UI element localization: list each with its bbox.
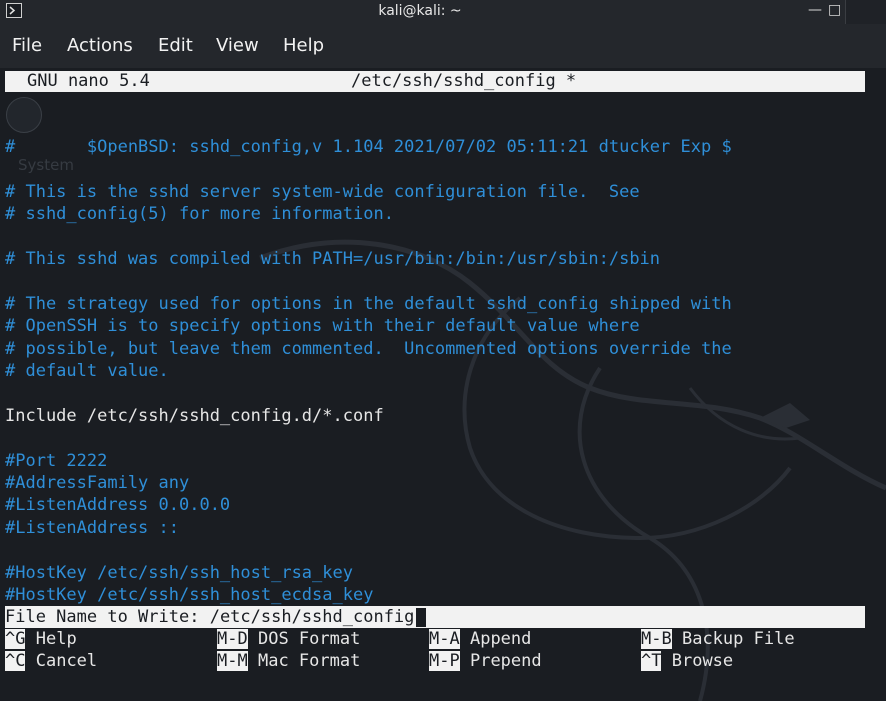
editor-line: #ListenAddress 0.0.0.0 [5,495,231,516]
shortcut-mac-format[interactable]: M-M Mac Format [217,650,360,672]
editor-line: # possible, but leave them commented. Un… [5,338,732,359]
editor-line: # This sshd was compiled with PATH=/usr/… [5,249,661,269]
window-titlebar: kali@kali: ~ — □ [0,0,886,24]
text-cursor [416,607,427,627]
prompt-label: File Name to Write: [5,607,210,627]
editor-line: # $OpenBSD: sshd_config,v 1.104 2021/07/… [5,137,732,157]
editor-line: #AddressFamily any [5,473,190,493]
shortcut-prepend[interactable]: M-P Prepend [429,650,542,672]
shortcut-browse[interactable]: ^T Browse [641,650,733,672]
editor-line: # sshd_config(5) for more information. [5,204,394,225]
editor-line: #HostKey /etc/ssh/ssh_host_rsa_key [5,562,353,583]
minimize-icon[interactable]: — [808,2,822,18]
nano-header-bar: GNU nano 5.4 /etc/ssh/sshd_config * [5,71,865,92]
menu-bar: File Actions Edit View Help [0,24,886,68]
file-name-prompt[interactable]: File Name to Write: /etc/ssh/sshd_config [5,606,865,628]
shortcut-dos-format[interactable]: M-D DOS Format [217,628,360,650]
menu-file[interactable]: File [12,35,42,56]
shortcut-help[interactable]: ^G Help [5,628,77,650]
nano-version: GNU nano 5.4 [27,71,150,91]
shortcut-cancel[interactable]: ^C Cancel [5,650,97,672]
menu-actions[interactable]: Actions [67,35,133,56]
editor-line: #HostKey /etc/ssh/ssh_host_ecdsa_key [5,585,374,605]
ghost-label-system: System [18,156,74,174]
window-title: kali@kali: ~ [378,3,462,19]
filename-input[interactable]: /etc/ssh/sshd_config [210,607,415,627]
editor-line: # The strategy used for options in the d… [5,293,732,314]
editor-line: Include /etc/ssh/sshd_config.d/*.conf [5,405,384,426]
editor-line: #ListenAddress :: [5,517,179,538]
editor-line: # OpenSSH is to specify options with the… [5,316,640,337]
menu-view[interactable]: View [216,35,259,56]
editor-line: #Port 2222 [5,450,108,471]
editor-line: # This is the sshd server system-wide co… [5,181,640,202]
menu-edit[interactable]: Edit [158,35,193,56]
maximize-icon[interactable]: □ [828,2,841,18]
nano-filename: /etc/ssh/sshd_config * [351,71,577,91]
terminal-area[interactable]: sh System GNU nano 5.4 /etc/ssh/sshd_con… [0,68,886,701]
editor-line: # default value. [5,361,169,381]
menu-help[interactable]: Help [283,35,324,56]
shortcut-append[interactable]: M-A Append [429,628,531,650]
shortcut-backup-file[interactable]: M-B Backup File [641,628,795,650]
